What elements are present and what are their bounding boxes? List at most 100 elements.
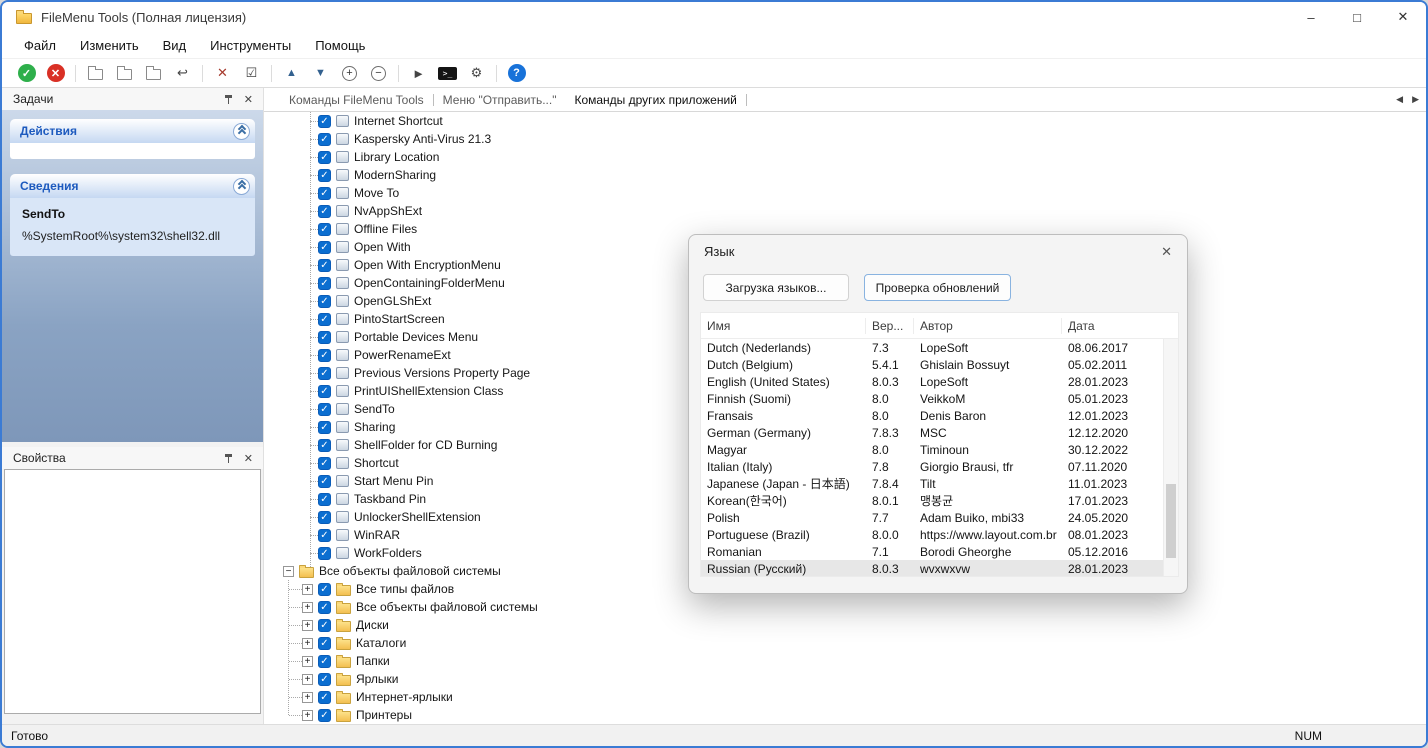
checkbox-checked-icon[interactable]: ✓ — [318, 636, 331, 650]
column-header-date[interactable]: Дата — [1062, 318, 1163, 334]
table-row[interactable]: Finnish (Suomi) 8.0 VeikkoM 05.01.2023 — [701, 390, 1178, 407]
checkbox-checked-icon[interactable]: ✓ — [318, 600, 331, 614]
table-row[interactable]: Polish 7.7 Adam Buiko, mbi33 24.05.2020 — [701, 509, 1178, 526]
properties-panel-close-icon[interactable]: ✕ — [244, 452, 253, 465]
collapse-all-button[interactable]: − — [367, 62, 390, 85]
table-row[interactable]: Italian (Italy) 7.8 Giorgio Brausi, tfr … — [701, 458, 1178, 475]
checkbox-checked-icon[interactable]: ✓ — [318, 276, 331, 290]
table-row[interactable]: Romanian 7.1 Borodi Gheorghe 05.12.2016 — [701, 543, 1178, 560]
checkbox-checked-icon[interactable]: ✓ — [318, 474, 331, 488]
checkbox-checked-icon[interactable]: ✓ — [318, 618, 331, 632]
checkbox-checked-icon[interactable]: ✓ — [318, 402, 331, 416]
pin-icon[interactable] — [224, 453, 234, 464]
checkbox-checked-icon[interactable]: ✓ — [318, 384, 331, 398]
checkbox-checked-icon[interactable]: ✓ — [318, 690, 331, 704]
dialog-close-icon[interactable]: ✕ — [1161, 244, 1172, 260]
checkbox-checked-icon[interactable]: ✓ — [318, 582, 331, 596]
download-languages-button[interactable]: Загрузка языков... — [703, 274, 849, 301]
minimize-button[interactable]: – — [1288, 2, 1334, 32]
checkbox-checked-icon[interactable]: ✓ — [318, 240, 331, 254]
table-row[interactable]: Dutch (Belgium) 5.4.1 Ghislain Bossuyt 0… — [701, 356, 1178, 373]
delete-button[interactable]: ✕ — [211, 62, 234, 85]
checkbox-checked-icon[interactable]: ✓ — [318, 132, 331, 146]
menu-item[interactable]: Помощь — [303, 38, 377, 53]
expand-box-icon[interactable]: + — [302, 691, 313, 703]
expand-box-icon[interactable]: + — [302, 655, 313, 667]
checkbox-checked-icon[interactable]: ✓ — [318, 510, 331, 524]
tasks-panel-close-icon[interactable]: ✕ — [244, 93, 253, 106]
tab-other-apps-commands[interactable]: Команды других приложений — [565, 93, 745, 107]
collapse-box-icon[interactable]: − — [283, 565, 294, 577]
table-row[interactable]: Dutch (Nederlands) 7.3 LopeSoft 08.06.20… — [701, 339, 1178, 356]
column-header-version[interactable]: Вер... — [866, 317, 914, 334]
table-row[interactable]: Portuguese (Brazil) 8.0.0 https://www.la… — [701, 526, 1178, 543]
checkbox-checked-icon[interactable]: ✓ — [318, 492, 331, 506]
checkbox-checked-icon[interactable]: ✓ — [318, 366, 331, 380]
table-scrollbar[interactable] — [1163, 339, 1178, 576]
menu-item[interactable]: Изменить — [68, 38, 151, 53]
checkbox-checked-icon[interactable]: ✓ — [318, 546, 331, 560]
checkbox-checked-icon[interactable]: ✓ — [318, 348, 331, 362]
checkbox-checked-icon[interactable]: ✓ — [318, 672, 331, 686]
checkbox-checked-icon[interactable]: ✓ — [318, 708, 331, 722]
apply-button[interactable]: ✓ — [15, 62, 38, 85]
move-down-button[interactable]: ▼ — [309, 62, 332, 85]
table-row[interactable]: English (United States) 8.0.3 LopeSoft 2… — [701, 373, 1178, 390]
table-row[interactable]: German (Germany) 7.8.3 MSC 12.12.2020 — [701, 424, 1178, 441]
column-header-name[interactable]: Имя — [701, 317, 866, 334]
expand-box-icon[interactable]: + — [302, 673, 313, 685]
toggle-check-button[interactable]: ☑ — [240, 62, 263, 85]
menu-item[interactable]: Файл — [12, 38, 68, 53]
checkbox-checked-icon[interactable]: ✓ — [318, 438, 331, 452]
checkbox-checked-icon[interactable]: ✓ — [318, 114, 331, 128]
menu-item[interactable]: Вид — [151, 38, 199, 53]
tree-item[interactable]: ✓ ModernSharing — [264, 166, 1426, 184]
tree-folder-item[interactable]: + ✓ Ярлыки — [264, 670, 1426, 688]
tree-folder-item[interactable]: + ✓ Каталоги — [264, 634, 1426, 652]
tab-sendto-menu[interactable]: Меню "Отправить..." — [434, 93, 566, 107]
tree-folder-item[interactable]: + ✓ Принтеры — [264, 706, 1426, 724]
pin-icon[interactable] — [224, 94, 234, 105]
checkbox-checked-icon[interactable]: ✓ — [318, 258, 331, 272]
tree-item[interactable]: ✓ Move To — [264, 184, 1426, 202]
expand-box-icon[interactable]: + — [302, 637, 313, 649]
console-button[interactable]: >_ — [436, 62, 459, 85]
expand-all-button[interactable]: + — [338, 62, 361, 85]
tab-scroll-right-icon[interactable]: ▶ — [1412, 94, 1419, 105]
checkbox-checked-icon[interactable]: ✓ — [318, 312, 331, 326]
checkbox-checked-icon[interactable]: ✓ — [318, 294, 331, 308]
scrollbar-thumb[interactable] — [1166, 484, 1176, 558]
table-row[interactable]: Japanese (Japan - 日本語) 7.8.4 Tilt 11.01.… — [701, 475, 1178, 492]
help-button[interactable]: ? — [505, 62, 528, 85]
undo-button[interactable]: ↩ — [171, 62, 194, 85]
table-row[interactable]: Magyar 8.0 Timinoun 30.12.2022 — [701, 441, 1178, 458]
checkbox-checked-icon[interactable]: ✓ — [318, 204, 331, 218]
run-button[interactable]: ► — [407, 62, 430, 85]
tree-item[interactable]: ✓ Internet Shortcut — [264, 112, 1426, 130]
expand-box-icon[interactable]: + — [302, 619, 313, 631]
expand-box-icon[interactable]: + — [302, 583, 313, 595]
checkbox-checked-icon[interactable]: ✓ — [318, 528, 331, 542]
checkbox-checked-icon[interactable]: ✓ — [318, 168, 331, 182]
column-header-author[interactable]: Автор — [914, 317, 1062, 334]
collapse-section-button[interactable] — [233, 122, 250, 140]
tab-filemenu-commands[interactable]: Команды FileMenu Tools — [280, 93, 433, 107]
table-row[interactable]: Fransais 8.0 Denis Baron 12.01.2023 — [701, 407, 1178, 424]
checkbox-checked-icon[interactable]: ✓ — [318, 654, 331, 668]
check-updates-button[interactable]: Проверка обновлений — [864, 274, 1011, 301]
checkbox-checked-icon[interactable]: ✓ — [318, 222, 331, 236]
expand-box-icon[interactable]: + — [302, 601, 313, 613]
checkbox-checked-icon[interactable]: ✓ — [318, 150, 331, 164]
tab-scroll-left-icon[interactable]: ◀ — [1396, 94, 1403, 105]
checkbox-checked-icon[interactable]: ✓ — [318, 186, 331, 200]
tree-folder-item[interactable]: + ✓ Папки — [264, 652, 1426, 670]
tree-folder-item[interactable]: + ✓ Диски — [264, 616, 1426, 634]
folder-new-button[interactable] — [84, 62, 107, 85]
table-row[interactable]: Russian (Русский) 8.0.3 wvxwxvw 28.01.20… — [701, 560, 1178, 576]
checkbox-checked-icon[interactable]: ✓ — [318, 420, 331, 434]
folder-up-button[interactable] — [142, 62, 165, 85]
move-up-button[interactable]: ▲ — [280, 62, 303, 85]
maximize-button[interactable]: □ — [1334, 2, 1380, 32]
tree-item[interactable]: ✓ Library Location — [264, 148, 1426, 166]
tree-item[interactable]: ✓ NvAppShExt — [264, 202, 1426, 220]
